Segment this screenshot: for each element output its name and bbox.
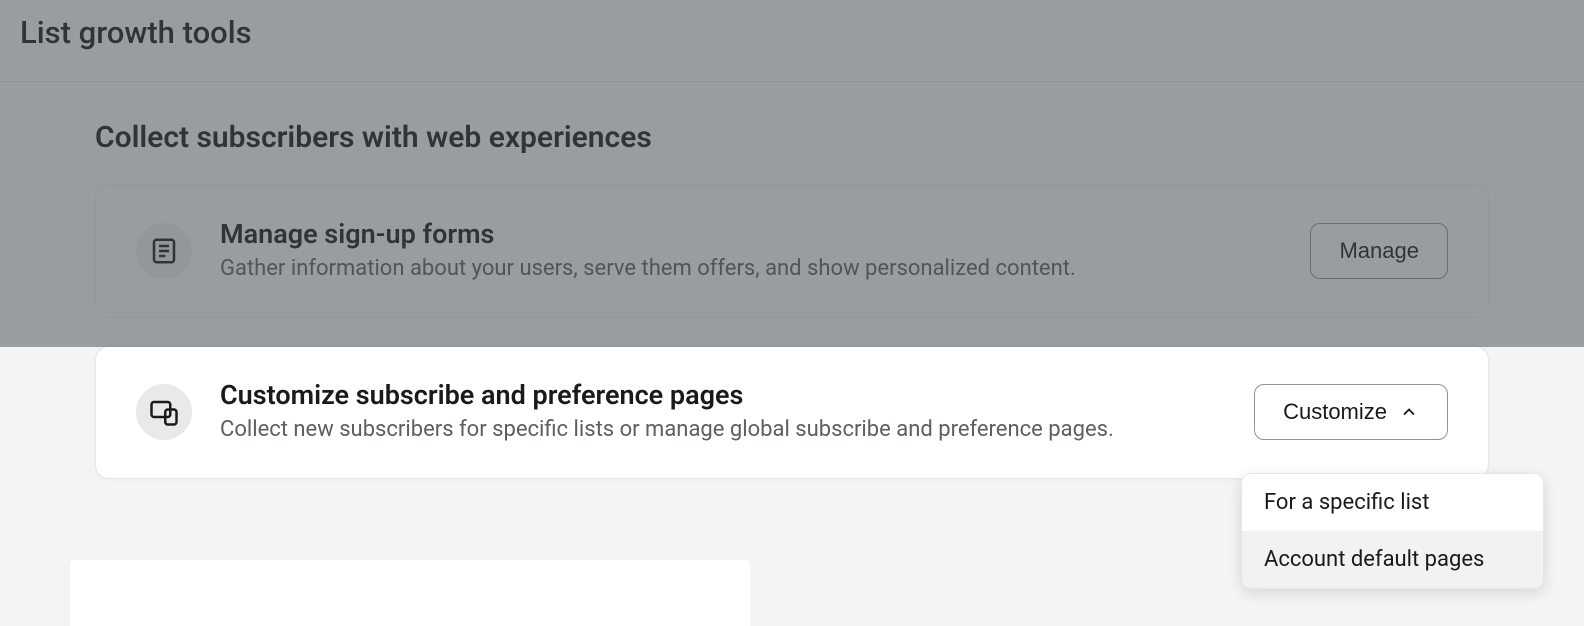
- chevron-up-icon: [1399, 402, 1419, 422]
- dropdown-item-account-default[interactable]: Account default pages: [1242, 531, 1543, 588]
- customize-button-label: Customize: [1283, 399, 1387, 425]
- devices-icon: [136, 384, 192, 440]
- manage-button-label: Manage: [1339, 238, 1419, 264]
- form-icon: [136, 223, 192, 279]
- card-description: Gather information about your users, ser…: [220, 254, 1282, 285]
- manage-button[interactable]: Manage: [1310, 223, 1448, 279]
- customize-dropdown: For a specific list Account default page…: [1241, 473, 1544, 589]
- card-text: Customize subscribe and preference pages…: [220, 379, 1226, 446]
- page-title: List growth tools: [20, 14, 1564, 51]
- card-title: Manage sign-up forms: [220, 218, 1282, 250]
- page-header: List growth tools: [0, 0, 1584, 82]
- card-signup-forms: Manage sign-up forms Gather information …: [95, 185, 1489, 318]
- partial-card: [70, 560, 750, 626]
- section-web-experiences: Collect subscribers with web experiences…: [0, 82, 1584, 479]
- section-title: Collect subscribers with web experiences: [95, 120, 1489, 155]
- card-customize-pages: Customize subscribe and preference pages…: [95, 346, 1489, 479]
- card-title: Customize subscribe and preference pages: [220, 379, 1226, 411]
- dropdown-item-specific-list[interactable]: For a specific list: [1242, 474, 1543, 531]
- customize-button[interactable]: Customize: [1254, 384, 1448, 440]
- card-description: Collect new subscribers for specific lis…: [220, 415, 1226, 446]
- card-text: Manage sign-up forms Gather information …: [220, 218, 1282, 285]
